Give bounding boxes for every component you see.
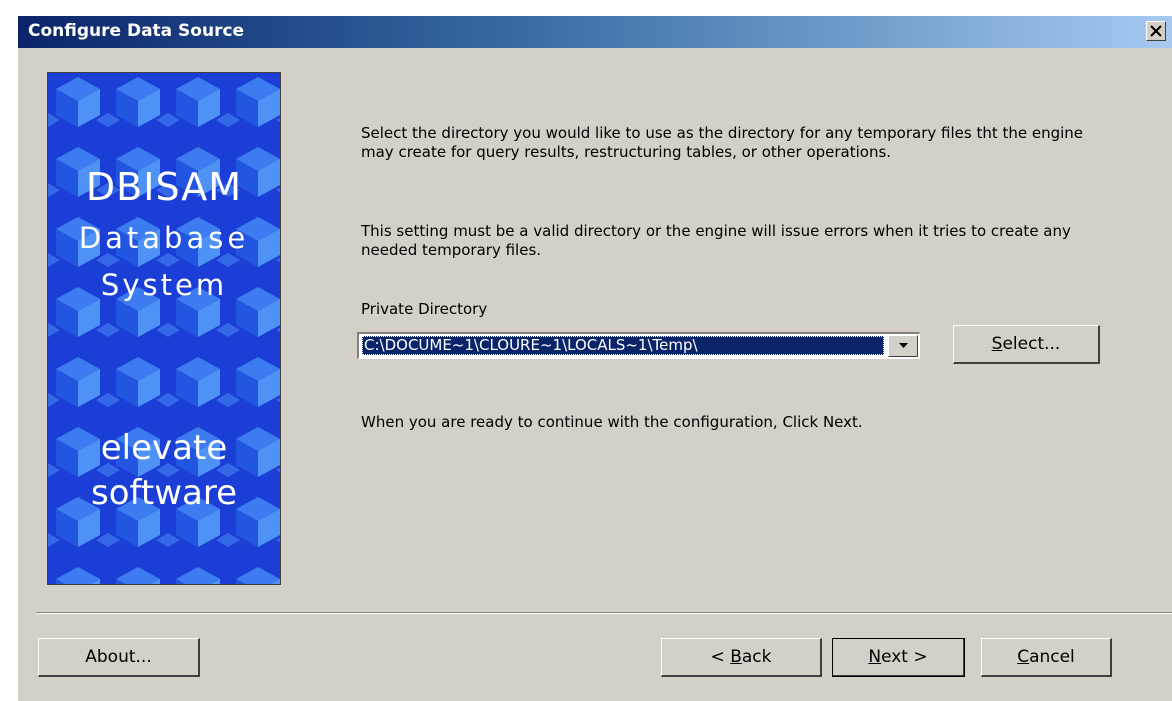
- banner-text-dbisam: DBISAM: [85, 165, 243, 209]
- next-button[interactable]: Next >: [832, 638, 965, 677]
- private-directory-label: Private Directory: [361, 300, 488, 318]
- close-button[interactable]: [1146, 21, 1166, 41]
- dropdown-button[interactable]: [888, 335, 918, 357]
- banner-text-software: software: [90, 473, 237, 513]
- select-button[interactable]: Select...: [953, 325, 1100, 364]
- title-bar[interactable]: Configure Data Source: [18, 16, 1172, 48]
- private-directory-value[interactable]: C:\DOCUME~1\CLOURE~1\LOCALS~1\Temp\: [362, 336, 884, 355]
- back-button[interactable]: < Back: [661, 638, 822, 677]
- window-title: Configure Data Source: [28, 21, 245, 41]
- cancel-button[interactable]: Cancel: [981, 638, 1112, 677]
- dbisam-banner-image: DBISAM Database System elevate software: [47, 72, 281, 585]
- instruction-paragraph-1: Select the directory you would like to u…: [361, 124, 1084, 161]
- instruction-paragraph-2: This setting must be a valid directory o…: [361, 222, 1071, 259]
- chevron-down-icon: [899, 343, 908, 348]
- about-button[interactable]: About...: [38, 638, 200, 677]
- close-icon: [1150, 25, 1162, 37]
- banner-text-database: Database: [78, 221, 250, 255]
- banner-text-system: System: [100, 268, 228, 302]
- configure-data-source-dialog: Configure Data Source DBISAM Database Sy…: [18, 16, 1172, 701]
- instruction-paragraph-3: When you are ready to continue with the …: [361, 413, 863, 431]
- separator-line: [36, 612, 1172, 614]
- banner-text-elevate: elevate: [100, 428, 228, 468]
- private-directory-combobox[interactable]: C:\DOCUME~1\CLOURE~1\LOCALS~1\Temp\: [357, 332, 920, 359]
